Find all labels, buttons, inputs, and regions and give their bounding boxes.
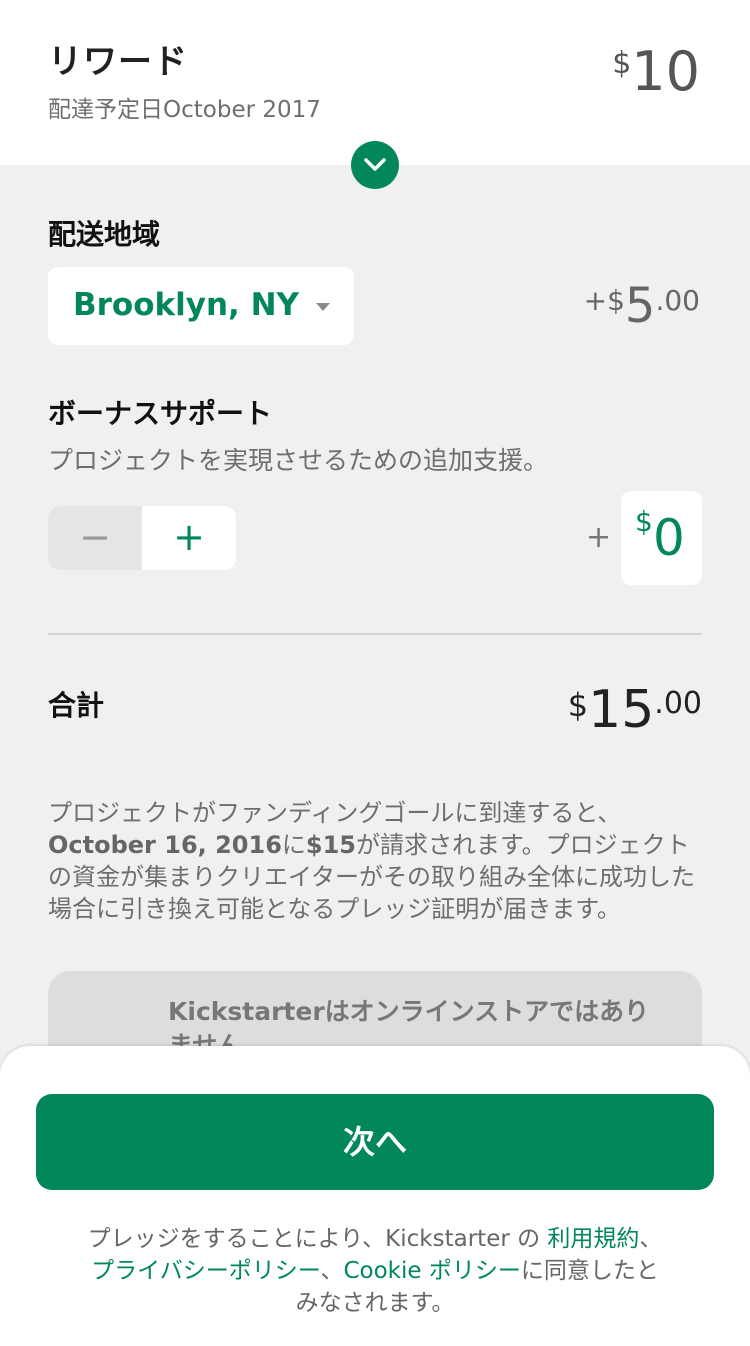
collapse-chevron-button[interactable] — [351, 141, 399, 189]
location-select[interactable]: Brooklyn, NY — [48, 267, 354, 345]
legal-prefix: プレッジをすることにより、Kickstarter の — [87, 1226, 548, 1252]
legal-sep1: 、 — [639, 1226, 663, 1252]
divider — [48, 633, 702, 635]
charge-info-mid1: に — [281, 831, 306, 859]
increment-button[interactable]: + — [142, 506, 236, 570]
shipping-price-cents: .00 — [655, 284, 700, 317]
bonus-amount-field[interactable]: $ 0 — [621, 491, 702, 585]
bonus-description: プロジェクトを実現させるための追加支援。 — [48, 446, 549, 475]
charge-info: プロジェクトがファンディングゴールに到達すると、 October 16, 2016… — [48, 797, 708, 925]
shipping-price: +$5.00 — [584, 278, 700, 334]
reward-price-currency: $ — [612, 46, 632, 81]
legal-text: プレッジをすることにより、Kickstarter の 利用規約、プライバシーポリ… — [80, 1223, 670, 1319]
bonus-stepper: − + — [48, 506, 236, 570]
location-value: Brooklyn, NY — [73, 287, 299, 323]
shipping-price-currency: $ — [607, 284, 625, 317]
cookie-link[interactable]: Cookie ポリシー — [343, 1258, 520, 1284]
total-cents: .00 — [654, 686, 702, 721]
bonus-label: ボーナスサポート — [48, 397, 273, 430]
privacy-link[interactable]: プライバシーポリシー — [91, 1258, 320, 1284]
bonus-prefix: + — [586, 520, 612, 555]
shipping-price-amount: 5 — [624, 278, 656, 334]
charge-date: October 16, 2016 — [48, 831, 282, 859]
terms-link[interactable]: 利用規約 — [547, 1226, 639, 1252]
reward-price-amount: 10 — [631, 40, 700, 103]
bonus-currency: $ — [635, 505, 653, 538]
reward-price: $10 — [612, 40, 700, 103]
charge-amount: $15 — [305, 831, 357, 859]
total-amount: 15 — [588, 680, 655, 740]
bonus-amount: 0 — [653, 509, 685, 567]
legal-sep2: 、 — [320, 1258, 344, 1284]
shipping-label: 配送地域 — [48, 218, 161, 251]
charge-info-line1: プロジェクトがファンディングゴールに到達すると、 — [48, 799, 622, 827]
chevron-down-icon — [364, 158, 386, 171]
reward-delivery-date: 配達予定日October 2017 — [48, 97, 321, 123]
total-price: $15.00 — [568, 680, 702, 740]
shipping-price-prefix: + — [583, 284, 608, 317]
total-label: 合計 — [48, 689, 105, 722]
next-button[interactable]: 次へ — [36, 1094, 714, 1190]
decrement-button[interactable]: − — [48, 506, 142, 570]
reward-title: リワード — [48, 42, 188, 82]
total-currency: $ — [567, 686, 589, 724]
caret-down-icon — [316, 303, 330, 311]
